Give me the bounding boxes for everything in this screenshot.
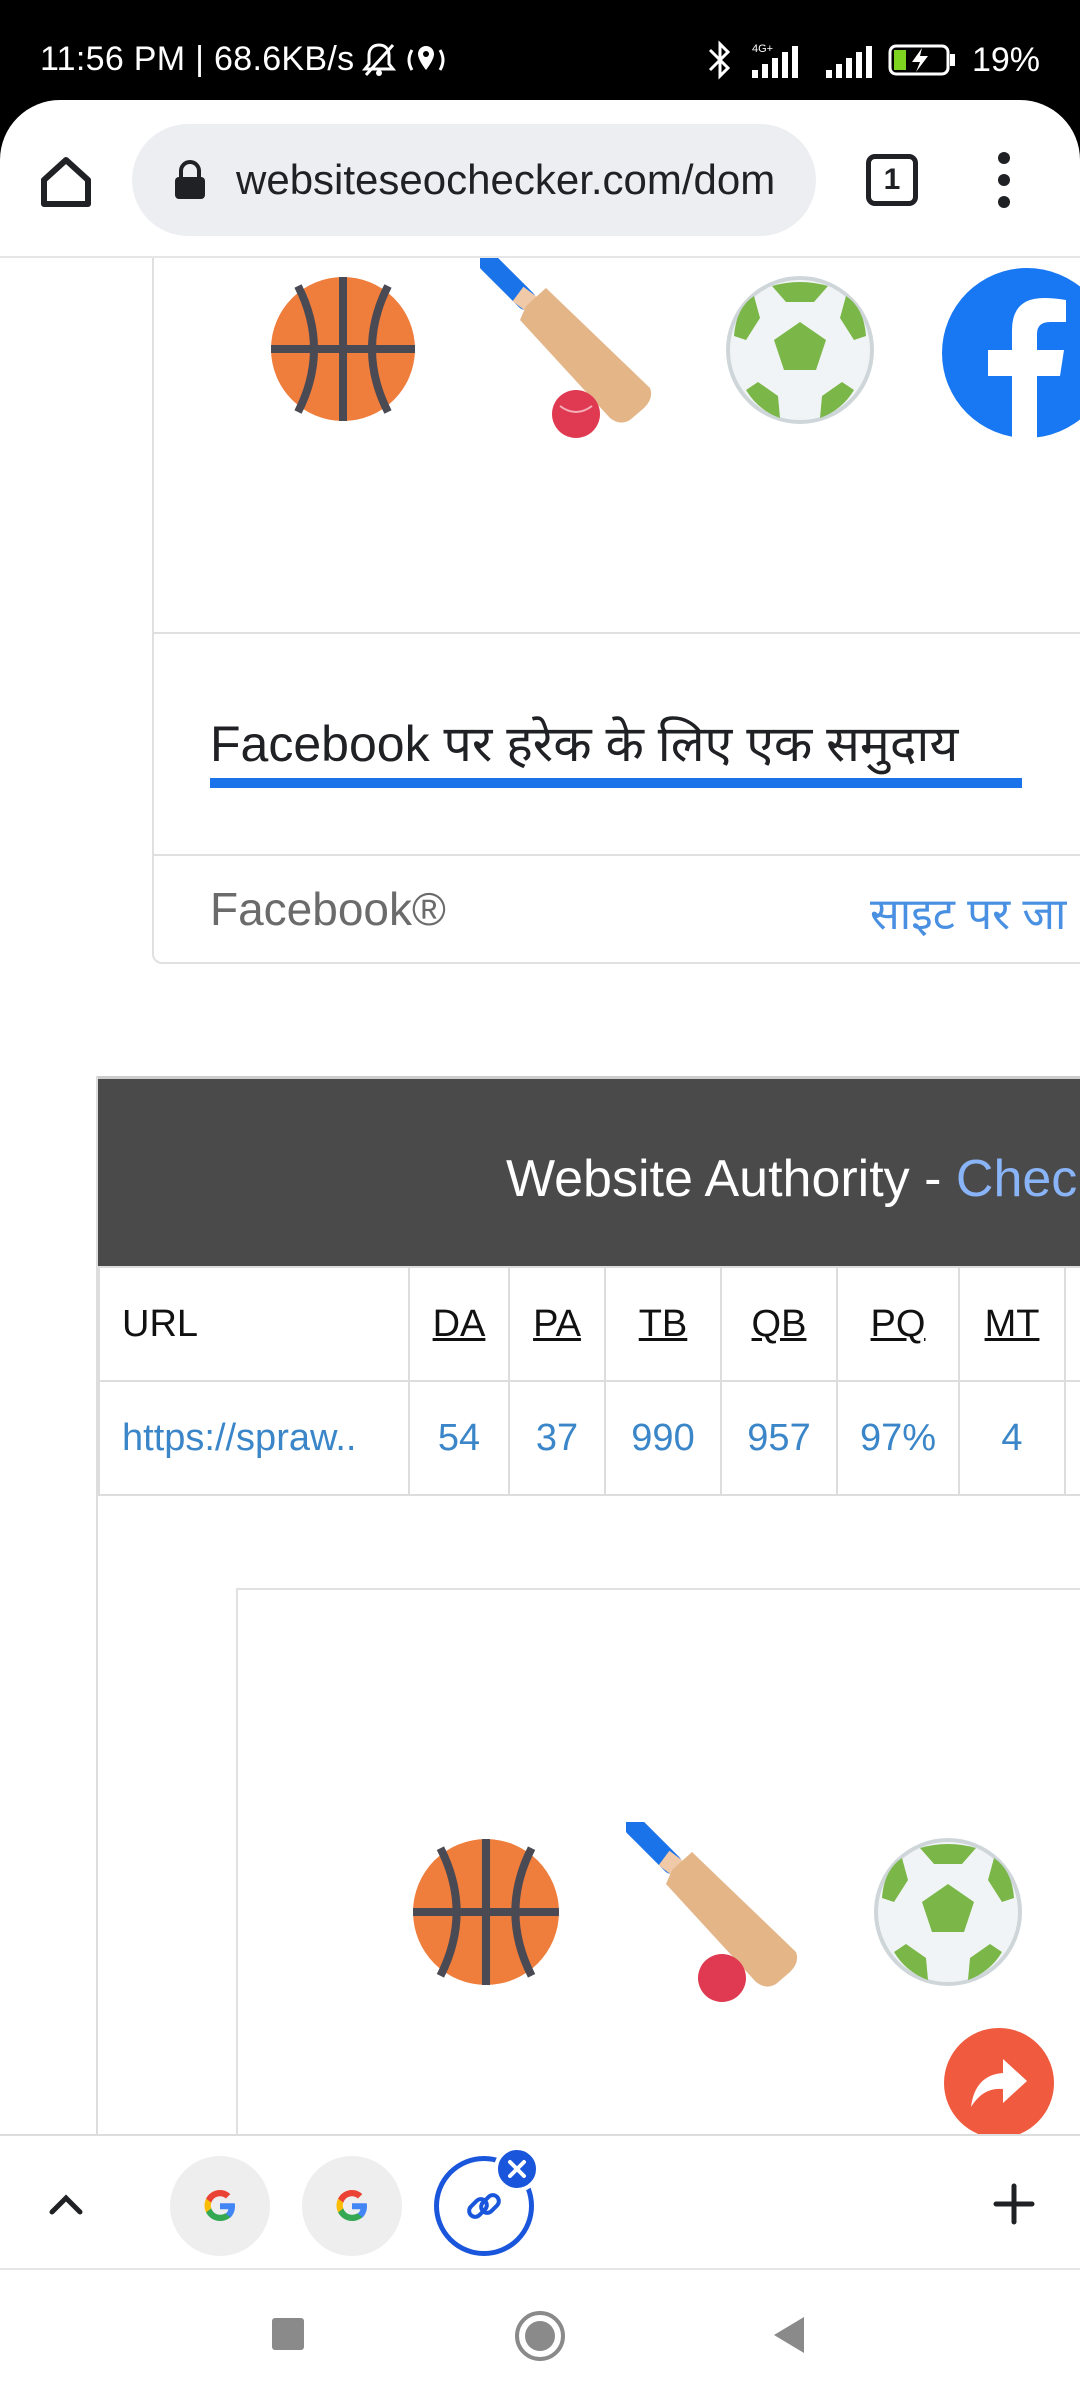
pq-value: 97% (859, 1416, 937, 1459)
home-nav-button[interactable] (514, 2310, 566, 2362)
bluetooth-icon (706, 40, 734, 80)
divider (154, 632, 1080, 634)
column-header-pq[interactable]: PQ (871, 1303, 926, 1345)
qb-value: 957 (747, 1416, 811, 1459)
google-icon (204, 2190, 235, 2221)
cricket-bat-icon (480, 258, 652, 438)
location-icon (404, 42, 448, 78)
status-right: 4G+ 19% (706, 40, 1040, 80)
tb-value: 990 (631, 1416, 695, 1459)
share-button[interactable] (944, 2028, 1054, 2138)
ad-cta-link[interactable]: साइट पर जा (870, 882, 1066, 942)
google-icon (336, 2190, 367, 2221)
expand-tabs-button[interactable] (42, 2180, 90, 2228)
tab-strip (0, 2134, 1080, 2270)
da-value: 54 (437, 1416, 481, 1459)
overflow-menu-button[interactable] (984, 148, 1024, 212)
url-text: websiteseochecker.com/dom (236, 156, 776, 203)
status-bar: 11:56 PM | 68.6KB/s 4G+ 19% (0, 0, 1080, 100)
column-header-qb[interactable]: QB (752, 1303, 807, 1345)
chevron-up-icon (49, 2194, 83, 2215)
web-page: Facebook पर हरेक के लिए एक समुदाय Facebo… (0, 258, 1080, 2134)
ad-brand: Facebook® (210, 883, 446, 935)
column-header-da[interactable]: DA (433, 1303, 486, 1345)
table-row: https://spraw.. 54 37 990 957 97% 4 (98, 1380, 1080, 1496)
url-cell-link[interactable]: https://spraw.. (122, 1417, 356, 1459)
table-header-row: URL DA PA TB QB PQ MT (98, 1266, 1080, 1382)
authority-title: Website Authority - Chec (506, 1150, 1078, 1208)
browser-toolbar: websiteseochecker.com/dom 1 (0, 100, 1080, 258)
bell-muted-icon (362, 42, 397, 78)
tab-switcher-button[interactable]: 1 (866, 154, 918, 206)
basketball-icon (413, 1839, 559, 1985)
close-tab-button[interactable] (494, 2146, 540, 2192)
ad-headline[interactable]: Facebook पर हरेक के लिए एक समुदाय (210, 708, 958, 776)
status-left: 11:56 PM | 68.6KB/s (40, 40, 448, 79)
table-cell (1064, 1380, 1080, 1496)
signal-icon (824, 40, 874, 80)
battery-charging-icon (888, 42, 958, 78)
link-icon (467, 2193, 501, 2219)
column-header-tb[interactable]: TB (639, 1303, 688, 1345)
soccer-ball-icon (726, 276, 874, 424)
close-icon (508, 2160, 526, 2178)
column-header-pa[interactable]: PA (533, 1303, 581, 1345)
signal-4g-icon: 4G+ (748, 40, 810, 80)
recents-button[interactable] (270, 2316, 306, 2352)
authority-header: Website Authority - Chec (98, 1076, 1080, 1266)
divider (154, 854, 1080, 856)
basketball-icon (271, 277, 415, 421)
column-header-mt[interactable]: MT (985, 1303, 1040, 1345)
pa-value: 37 (535, 1416, 579, 1459)
home-icon (41, 157, 91, 207)
tab-google[interactable] (302, 2156, 402, 2256)
status-time-speed: 11:56 PM | 68.6KB/s (40, 40, 355, 78)
svg-text:4G+: 4G+ (752, 43, 773, 55)
facebook-logo-icon (942, 268, 1080, 438)
authority-check-link[interactable]: Chec (956, 1150, 1077, 1208)
ad-headline-underline (210, 778, 1022, 788)
system-nav-bar (0, 2270, 1080, 2400)
home-button[interactable] (34, 150, 98, 214)
mt-value: 4 (1001, 1416, 1023, 1459)
lock-icon (175, 160, 205, 199)
new-tab-button[interactable] (990, 2180, 1038, 2228)
soccer-ball-icon (874, 1838, 1022, 1986)
share-arrow-icon (971, 2059, 1027, 2107)
cricket-bat-icon (626, 1822, 798, 2002)
address-bar[interactable]: websiteseochecker.com/dom (132, 124, 816, 236)
column-header-url: URL (122, 1302, 199, 1345)
tab-google[interactable] (170, 2156, 270, 2256)
table-cell (1064, 1266, 1080, 1382)
plus-icon (993, 2183, 1035, 2225)
authority-table: URL DA PA TB QB PQ MT https://spraw.. 54… (98, 1266, 1080, 1496)
battery-percent: 19% (971, 40, 1040, 79)
back-button[interactable] (770, 2314, 808, 2356)
